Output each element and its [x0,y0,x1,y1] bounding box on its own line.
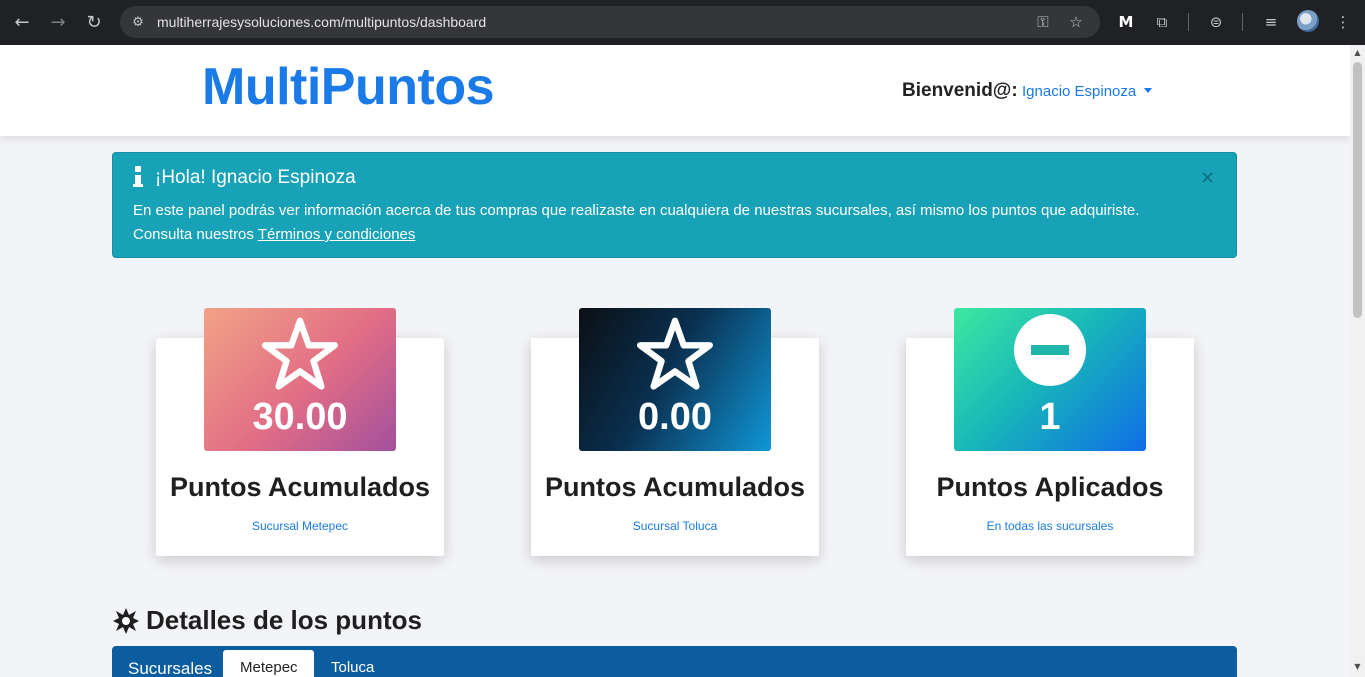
brand-logo[interactable]: MultiPuntos [202,57,495,117]
close-icon[interactable]: × [1200,167,1215,188]
card-value: 30.00 [252,396,348,438]
card-label: Puntos Acumulados [169,472,431,502]
reload-icon[interactable]: ↻ [80,8,108,36]
card-label: Puntos Acumulados [544,472,806,502]
incognito-icon[interactable]: ⊜ [1204,10,1228,34]
scrollbar-thumb[interactable] [1353,62,1362,318]
terms-link[interactable]: Términos y condiciones [258,226,416,243]
details-title: Detalles de los puntos [146,605,422,635]
profile-avatar[interactable] [1297,10,1319,32]
welcome-alert: ¡Hola! Ignacio Espinoza × En este panel … [112,152,1237,258]
info-icon [133,166,143,190]
card-subtitle[interactable]: Sucursal Toluca [531,519,819,533]
bookmark-star-icon[interactable]: ☆ [1065,12,1087,32]
burst-icon [113,608,139,634]
card-subtitle[interactable]: Sucursal Metepec [156,519,444,533]
url-text[interactable]: multiherrajesysoluciones.com/multipuntos… [157,14,486,30]
branch-tabs: Sucursales Metepec Toluca [112,646,1237,677]
card-hero-toluca: 0.00 [579,308,771,451]
media-queue-icon[interactable]: ≡ [1259,10,1283,34]
address-bar[interactable]: ⚙ multiherrajesysoluciones.com/multipunt… [120,6,1100,38]
forward-icon[interactable]: → [44,8,72,36]
back-icon[interactable]: ← [8,8,36,36]
tab-metepec[interactable]: Metepec [223,650,314,677]
toolbar-divider [1242,13,1243,31]
card-hero-metepec: 30.00 [204,308,396,451]
minus-circle-icon [1014,314,1086,386]
tabs-label: Sucursales [128,659,213,677]
alert-terms-line: Consulta nuestros Términos y condiciones [133,226,415,243]
scroll-down-icon[interactable]: ▼ [1353,662,1362,672]
card-label: Puntos Aplicados [936,472,1164,502]
caret-down-icon[interactable] [1144,88,1153,93]
site-settings-icon[interactable]: ⚙ [128,12,148,32]
tab-toluca[interactable]: Toluca [314,650,391,677]
extension-m-icon[interactable]: M [1114,10,1138,34]
user-dropdown[interactable]: Ignacio Espinoza [1022,83,1153,100]
scroll-up-icon[interactable]: ▲ [1353,48,1362,58]
user-name[interactable]: Ignacio Espinoza [1022,83,1136,100]
card-hero-applied: 1 [954,308,1146,451]
toolbar-divider [1188,13,1189,31]
site-header: MultiPuntos Bienvenid@: Ignacio Espinoza [0,45,1350,136]
card-value: 1 [1039,396,1061,438]
browser-toolbar: ← → ↻ ⚙ multiherrajesysoluciones.com/mul… [0,0,1365,45]
alert-body: En este panel podrás ver información ace… [133,202,1140,219]
star-icon [637,317,713,390]
card-value: 0.00 [638,396,712,438]
menu-kebab-icon[interactable]: ⋮ [1331,10,1355,34]
card-subtitle[interactable]: En todas las sucursales [906,519,1194,533]
key-icon[interactable]: ⚿ [1032,12,1054,32]
star-icon [262,317,339,390]
extensions-puzzle-icon[interactable]: ⧉ [1150,10,1174,34]
welcome-label: Bienvenid@: [902,80,1018,101]
alert-title: ¡Hola! Ignacio Espinoza [155,167,356,188]
alert-terms-prefix: Consulta nuestros [133,226,258,243]
